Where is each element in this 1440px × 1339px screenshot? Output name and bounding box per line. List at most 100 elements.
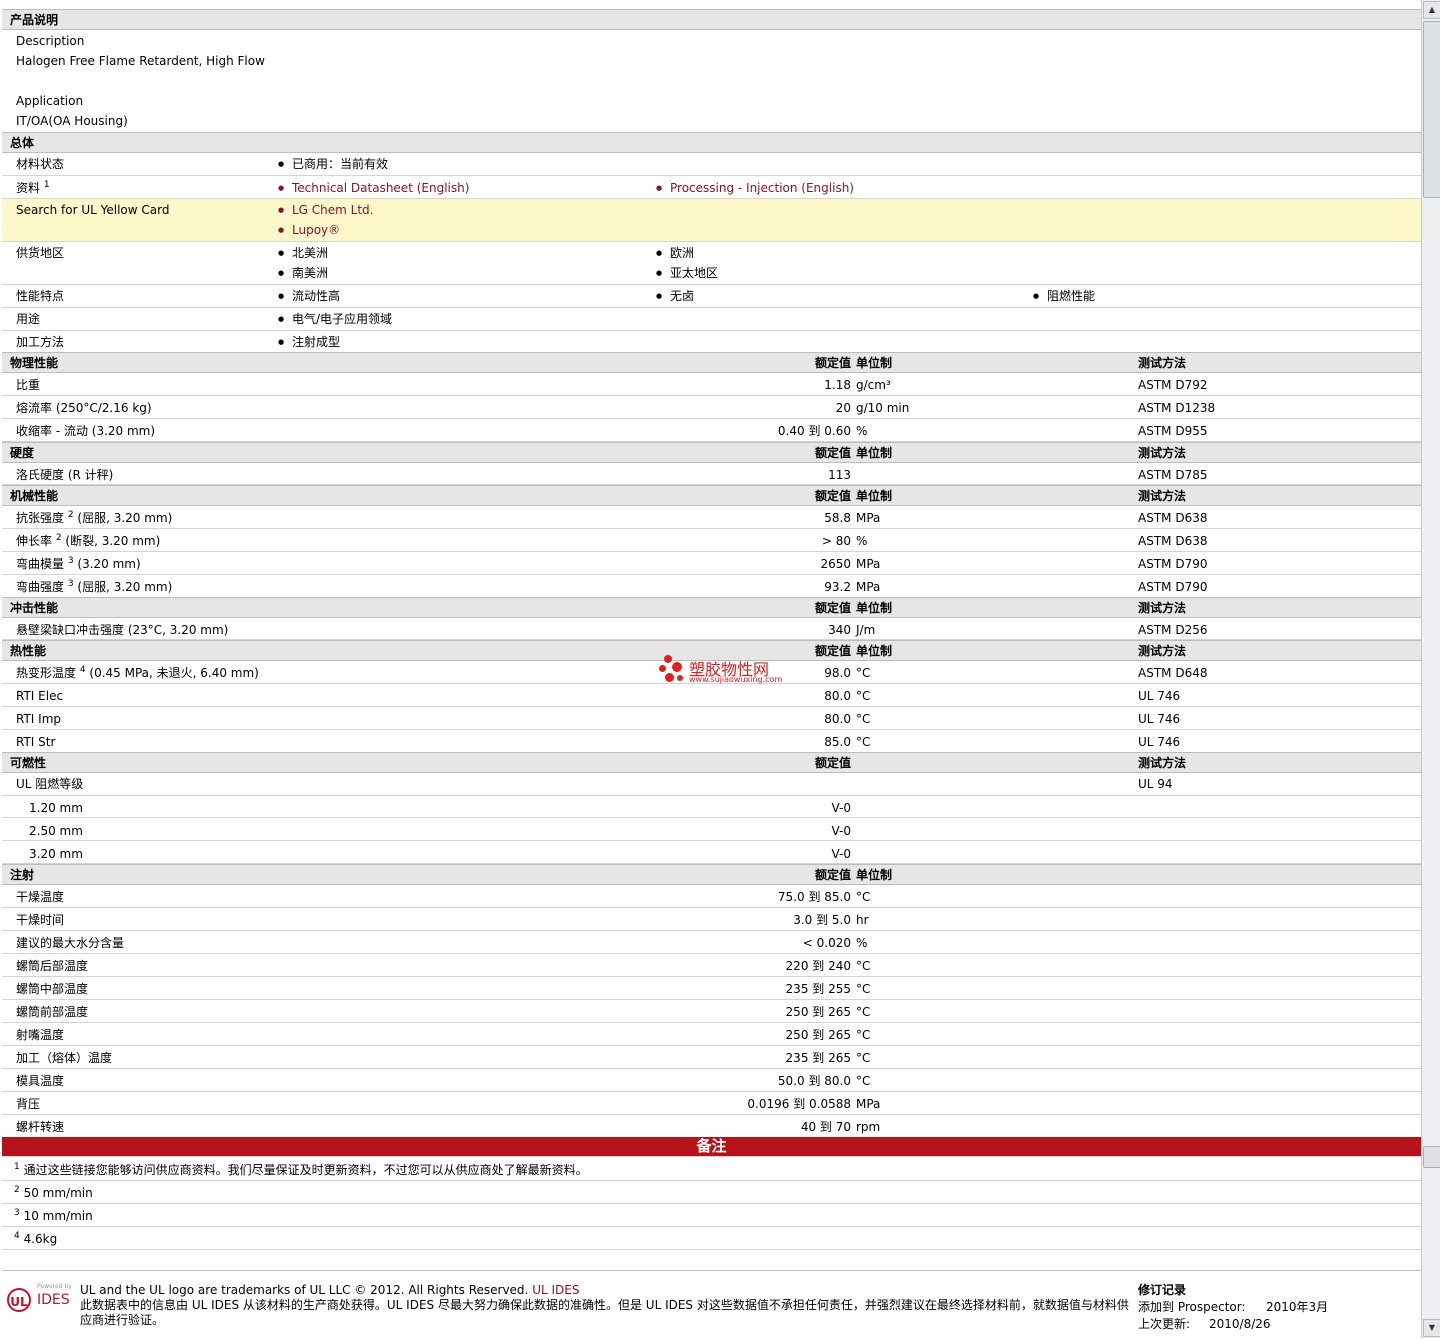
row-unit: g/cm³ [856,378,891,392]
label-text: 弯曲模量 [16,557,65,571]
row-label: 2.50 mm [29,823,83,839]
row-test: UL 746 [1138,735,1181,749]
section-title: 注射 [10,868,35,882]
footnote-ref: 4 [79,665,86,675]
label-text: 资料 [16,181,41,195]
added-value: 2010年3月 [1266,1300,1329,1314]
row-label: 螺筒后部温度 [16,958,88,974]
row-test: ASTM D790 [1138,557,1208,571]
row-value: 亚太地区 [656,265,718,281]
table-row: 1.20 mm V-0 [2,796,1421,818]
row-unit: MPa [856,511,881,525]
chevron-down-icon[interactable]: ▼ [1423,1319,1440,1337]
row-unit: J/m [856,623,876,637]
column-header-value: 额定值 [814,356,851,370]
table-row: 性能特点 流动性高 无卤 阻燃性能 [2,285,1421,308]
row-unit: °C [856,1074,871,1088]
row-value: 80.0 [824,689,851,703]
row-value: 0.0196 到 0.0588 [747,1097,851,1111]
table-row: 螺筒后部温度 220 到 240 °C [2,954,1421,977]
row-unit: °C [856,982,871,996]
section-injection: 注射 额定值 单位制 [2,864,1421,885]
footnote-ref: 1 [43,180,50,190]
row-label: 模具温度 [16,1073,64,1089]
column-header-unit: 单位制 [856,601,893,615]
updated-label: 上次更新: [1138,1317,1191,1331]
row-value: V-0 [831,824,851,838]
added-label: 添加到 Prospector: [1138,1300,1246,1314]
table-row: 洛氏硬度 (R 计秤) 113 ASTM D785 [2,463,1421,485]
technical-datasheet-link[interactable]: Technical Datasheet (English) [278,180,469,196]
column-header-test: 测试方法 [1138,489,1187,503]
row-value: 220 到 240 [785,959,851,973]
row-label: 材料状态 [16,157,65,171]
row-test: ASTM D955 [1138,424,1208,438]
row-value: 流动性高 [278,288,340,304]
column-header-test: 测试方法 [1138,601,1187,615]
row-test: ASTM D638 [1138,511,1208,525]
label-text: 射嘴温度 [16,1028,65,1042]
row-value: 98.0 [824,666,851,680]
table-row: 加工（熔体）温度 235 到 265 °C [2,1046,1421,1069]
row-value: 235 到 255 [785,982,851,996]
scrollbar-thumb-secondary[interactable] [1423,1146,1440,1168]
row-label: 加工（熔体）温度 [16,1050,112,1066]
lg-chem-link[interactable]: LG Chem Ltd. [278,202,373,218]
label-text: 熔流率 (250°C/2.16 kg) [16,401,152,415]
label-text: 干燥温度 [16,890,65,904]
description-value: Halogen Free Flame Retardent, High Flow [16,54,265,68]
row-label: 用途 [16,312,41,326]
label-text: 建议的最大水分含量 [16,936,125,950]
ul-ides-link[interactable]: UL IDES [532,1283,579,1297]
processing-injection-link[interactable]: Processing - Injection (English) [656,180,854,196]
table-row: RTI Str 85.0 °C UL 746 [2,730,1421,753]
row-test: UL 746 [1138,712,1181,726]
row-label: 射嘴温度 [16,1027,64,1043]
column-header-value: 额定值 [814,489,851,503]
description-block: Description Halogen Free Flame Retardent… [2,30,1421,131]
column-header-value: 额定值 [814,756,851,770]
row-value: V-0 [831,847,851,861]
row-unit: MPa [856,580,881,594]
label-text: 螺筒前部温度 [16,1005,89,1019]
lupoy-link[interactable]: Lupoy® [278,222,340,238]
logo-dot [672,662,682,672]
section-mechanical: 机械性能 额定值 单位制 测试方法 [2,485,1421,506]
row-value: 235 到 265 [785,1051,851,1065]
table-row: 2.50 mm V-0 [2,819,1421,841]
row-value: 85.0 [824,735,851,749]
row-label: RTI Imp [16,711,61,727]
row-value: 80.0 [824,712,851,726]
footnote-ref: 3 [14,1208,20,1218]
scrollbar-thumb[interactable] [1423,21,1440,198]
row-value: 40 到 70 [800,1120,851,1134]
footnote-ref: 3 [67,556,74,566]
label-text: 比重 [16,378,41,392]
column-header-unit: 单位制 [856,489,893,503]
row-unit: °C [856,689,871,703]
table-row: 3.20 mm V-0 [2,842,1421,864]
row-value: 93.2 [824,580,851,594]
row-value: 2650 [820,557,851,571]
row-test: ASTM D638 [1138,534,1208,548]
row-unit: °C [856,712,871,726]
label-text: 热变形温度 [16,666,77,680]
row-value: 250 到 265 [785,1028,851,1042]
ides-logo-text: IDES [37,1292,70,1308]
row-label: 建议的最大水分含量 [16,935,124,951]
column-header-value: 额定值 [814,601,851,615]
disclaimer-text: 此数据表中的信息由 UL IDES 从该材料的生产商处获得。UL IDES 尽最… [80,1298,1129,1327]
chevron-up-icon[interactable]: ▲ [1423,1,1440,19]
revision-title: 修订记录 [1138,1283,1187,1297]
row-label: 背压 [16,1096,40,1112]
notes-header: 备注 [2,1137,1421,1157]
row-label: 抗张强度 2 (屈服, 3.20 mm) [16,510,172,526]
label-text: 洛氏硬度 (R 计秤) [16,468,114,482]
table-row: 供货地区 北美洲 南美洲 欧洲 亚太地区 [2,242,1421,285]
ul-logo-icon: UL [7,1288,31,1312]
column-header-test: 测试方法 [1138,356,1187,370]
row-label: 悬壁梁缺口冲击强度 (23°C, 3.20 mm) [16,622,228,638]
section-flammability: 可燃性 额定值 测试方法 [2,752,1421,773]
vertical-scrollbar[interactable]: ▲ ▼ [1421,0,1440,1338]
row-value: 58.8 [824,511,851,525]
